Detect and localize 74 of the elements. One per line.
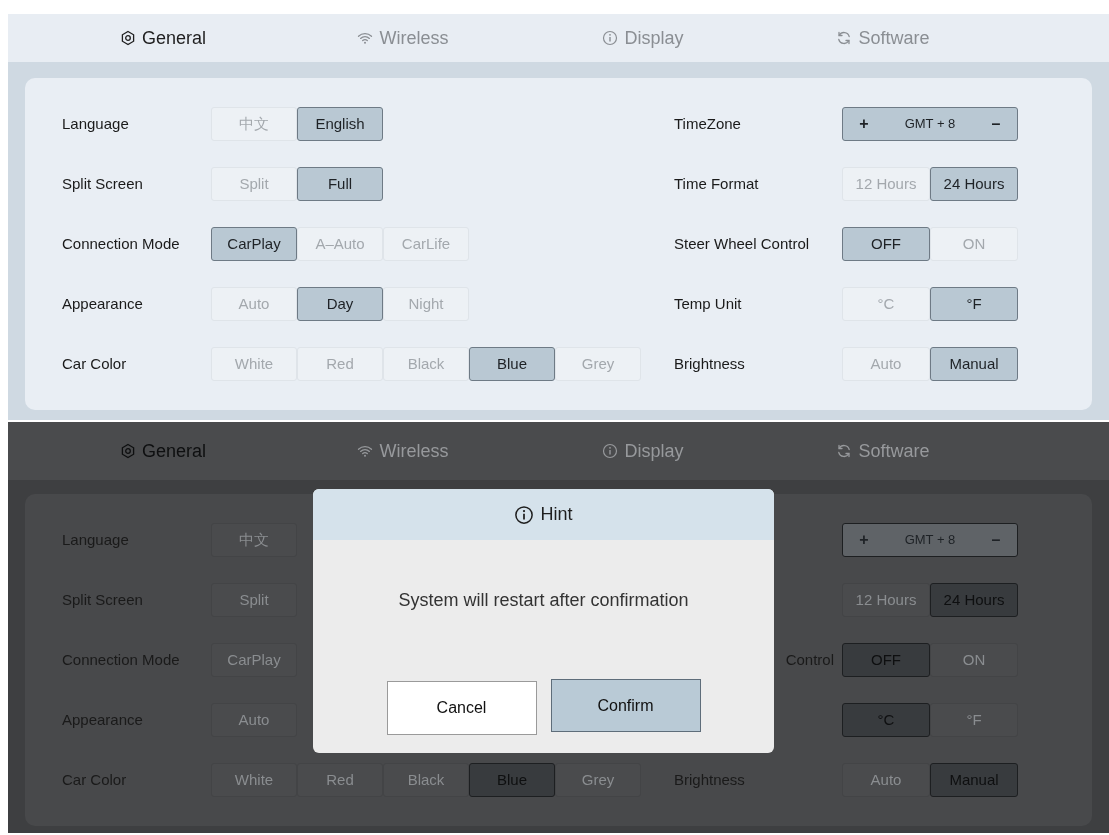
cancel-button[interactable]: Cancel	[386, 681, 537, 735]
option-button[interactable]: White	[211, 347, 297, 381]
settings-icon	[119, 443, 136, 459]
option-button[interactable]: 12 Hours	[842, 167, 930, 201]
setting-label: Brightness	[674, 353, 745, 374]
minus-button[interactable]: –	[981, 112, 1011, 136]
setting-label: TimeZone	[674, 113, 741, 134]
option-button[interactable]: 中文	[211, 523, 297, 557]
wifi-icon	[357, 443, 374, 459]
wifi-icon	[357, 30, 374, 46]
option-button[interactable]: CarLife	[383, 227, 469, 261]
tab[interactable]: Wireless	[283, 422, 523, 480]
setting-label: Language	[62, 113, 130, 134]
settings-icon	[119, 30, 136, 46]
setting-label: Connection Mode	[62, 233, 181, 254]
timezone-value: GMT + 8	[904, 115, 956, 134]
option-button[interactable]: Auto	[211, 287, 297, 321]
option-button[interactable]: Day	[297, 287, 383, 321]
option-button[interactable]: Auto	[842, 763, 930, 797]
tab[interactable]: Wireless	[283, 14, 523, 62]
option-button[interactable]: ON	[930, 643, 1018, 677]
option-button[interactable]: °C	[842, 287, 930, 321]
option-button[interactable]: °F	[930, 703, 1018, 737]
option-button[interactable]: Black	[383, 763, 469, 797]
option-button[interactable]: Split	[211, 583, 297, 617]
setting-label: Split Screen	[62, 173, 144, 194]
setting-label: Appearance	[62, 293, 144, 314]
option-button[interactable]: Blue	[469, 347, 555, 381]
option-button[interactable]: OFF	[842, 227, 930, 261]
plus-button[interactable]: +	[849, 112, 879, 136]
confirm-button[interactable]: Confirm	[550, 679, 701, 732]
setting-label: Car Color	[62, 353, 128, 374]
tab[interactable]: Software	[763, 422, 1003, 480]
option-button[interactable]: Red	[297, 763, 383, 797]
info-icon	[602, 443, 619, 459]
option-button[interactable]: Split	[211, 167, 297, 201]
option-button[interactable]: 12 Hours	[842, 583, 930, 617]
setting-label: Temp Unit	[674, 293, 742, 314]
option-button[interactable]: Red	[297, 347, 383, 381]
option-button[interactable]: Auto	[211, 703, 297, 737]
option-button[interactable]: 中文	[211, 107, 297, 141]
option-button[interactable]: CarPlay	[211, 643, 297, 677]
minus-button[interactable]: –	[981, 528, 1011, 552]
setting-label: Time Format	[674, 173, 759, 194]
tab[interactable]: Display	[523, 422, 763, 480]
option-button[interactable]: Full	[297, 167, 383, 201]
tab[interactable]: General	[43, 422, 283, 480]
option-button[interactable]: 24 Hours	[930, 167, 1018, 201]
option-button[interactable]: White	[211, 763, 297, 797]
option-button[interactable]: Black	[383, 347, 469, 381]
timezone-value: GMT + 8	[904, 531, 956, 550]
tab[interactable]: Display	[523, 14, 763, 62]
option-button[interactable]: Manual	[930, 347, 1018, 381]
option-button[interactable]: °F	[930, 287, 1018, 321]
option-button[interactable]: CarPlay	[211, 227, 297, 261]
refresh-icon	[836, 443, 853, 459]
tab[interactable]: General	[43, 14, 283, 62]
option-button[interactable]: Night	[383, 287, 469, 321]
option-button[interactable]: Auto	[842, 347, 930, 381]
setting-label: Steer Wheel Control	[674, 233, 810, 254]
info-icon	[602, 30, 619, 46]
plus-button[interactable]: +	[849, 528, 879, 552]
dialog-title: Hint	[540, 503, 573, 526]
option-button[interactable]: ON	[930, 227, 1018, 261]
dialog-message: System will restart after confirmation	[397, 589, 690, 612]
timezone-stepper[interactable]: + GMT + 8 –	[842, 107, 1018, 141]
option-button[interactable]: Grey	[555, 347, 641, 381]
option-button[interactable]: English	[297, 107, 383, 141]
option-button[interactable]: Grey	[555, 763, 641, 797]
info-icon	[514, 504, 535, 525]
tab[interactable]: Software	[763, 14, 1003, 62]
timezone-stepper[interactable]: + GMT + 8 –	[842, 523, 1018, 557]
option-button[interactable]: A–Auto	[297, 227, 383, 261]
refresh-icon	[836, 30, 853, 46]
